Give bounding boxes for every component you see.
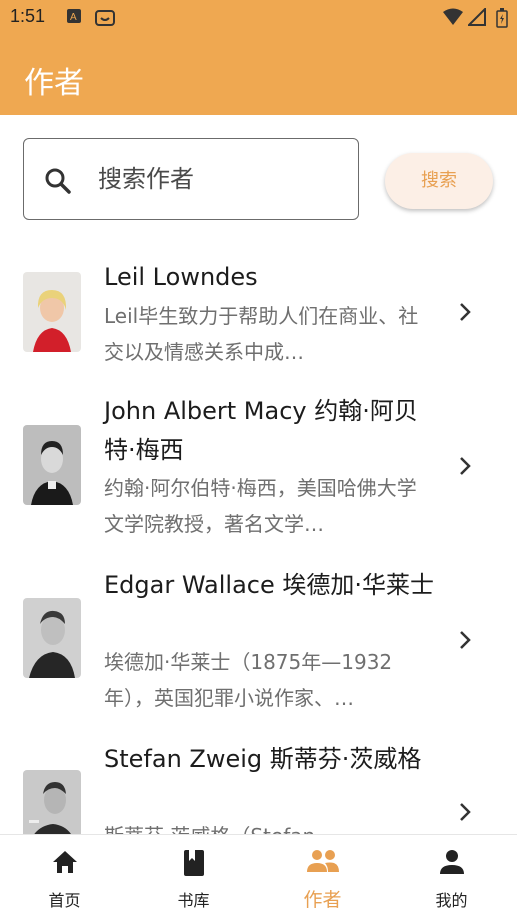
page-title: 作者 [24,66,84,101]
nav-label-home: 首页 [48,891,81,910]
svg-text:A: A [70,12,77,23]
search-icon [44,167,72,199]
author-item[interactable]: Edgar Wallace 埃德加·华莱士 埃德加·华莱士（1875年—1932… [0,562,517,732]
search-input[interactable] [98,159,338,199]
home-icon [51,849,79,879]
author-name: John Albert Macy 约翰·阿贝特·梅西 [104,397,418,464]
signal-icon [466,6,486,30]
nav-label-profile: 我的 [435,891,468,910]
author-description: 斯蒂芬·茨威格（Stefan [104,818,424,834]
status-bar: 1:51 A [0,0,517,36]
chevron-right-icon [455,300,475,328]
chevron-right-icon [455,628,475,656]
author-item[interactable]: Stefan Zweig 斯蒂芬·茨威格 斯蒂芬·茨威格（Stefan [0,736,517,834]
author-name: Leil Lowndes [104,263,258,291]
app-notification-icon: A [66,8,82,28]
status-time: 1:51 [10,6,46,26]
person-icon [439,849,465,879]
nav-label-authors: 作者 [303,889,342,911]
nav-item-profile[interactable]: 我的 [387,835,516,921]
author-name: Stefan Zweig 斯蒂芬·茨威格 [104,745,422,773]
author-avatar [23,425,81,505]
author-avatar [23,272,81,352]
author-name: Edgar Wallace 埃德加·华莱士 [104,571,434,599]
nav-label-library: 书库 [177,891,210,910]
nav-item-library[interactable]: 书库 [129,835,258,921]
author-avatar [23,598,81,678]
author-item[interactable]: John Albert Macy 约翰·阿贝特·梅西 约翰·阿尔伯特·梅西，美国… [0,388,517,558]
author-item[interactable]: Leil Lowndes Leil毕生致力于帮助人们在商业、社交以及情感关系中成… [0,236,517,386]
author-description: 埃德加·华莱士（1875年—1932年），英国犯罪小说作家、… [104,650,393,710]
nav-item-home[interactable]: 首页 [0,835,129,921]
wifi-icon [442,8,464,30]
nav-item-authors[interactable]: 作者 [258,835,387,921]
search-field[interactable] [23,138,359,220]
book-icon [182,849,206,881]
chevron-right-icon [455,454,475,482]
author-list: Leil Lowndes Leil毕生致力于帮助人们在商业、社交以及情感关系中成… [0,236,517,834]
author-avatar [23,770,81,834]
people-icon [306,849,340,877]
battery-icon [496,8,508,32]
chevron-right-icon [455,800,475,828]
author-description: Leil毕生致力于帮助人们在商业、社交以及情感关系中成… [104,304,419,364]
author-description: 约翰·阿尔伯特·梅西，美国哈佛大学文学院教授，著名文学… [104,476,417,536]
app-bar: 作者 [0,36,517,115]
bottom-navigation: 首页 书库 作者 我的 [0,834,517,921]
robot-notification-icon [95,8,115,30]
search-button[interactable]: 搜索 [385,153,493,209]
